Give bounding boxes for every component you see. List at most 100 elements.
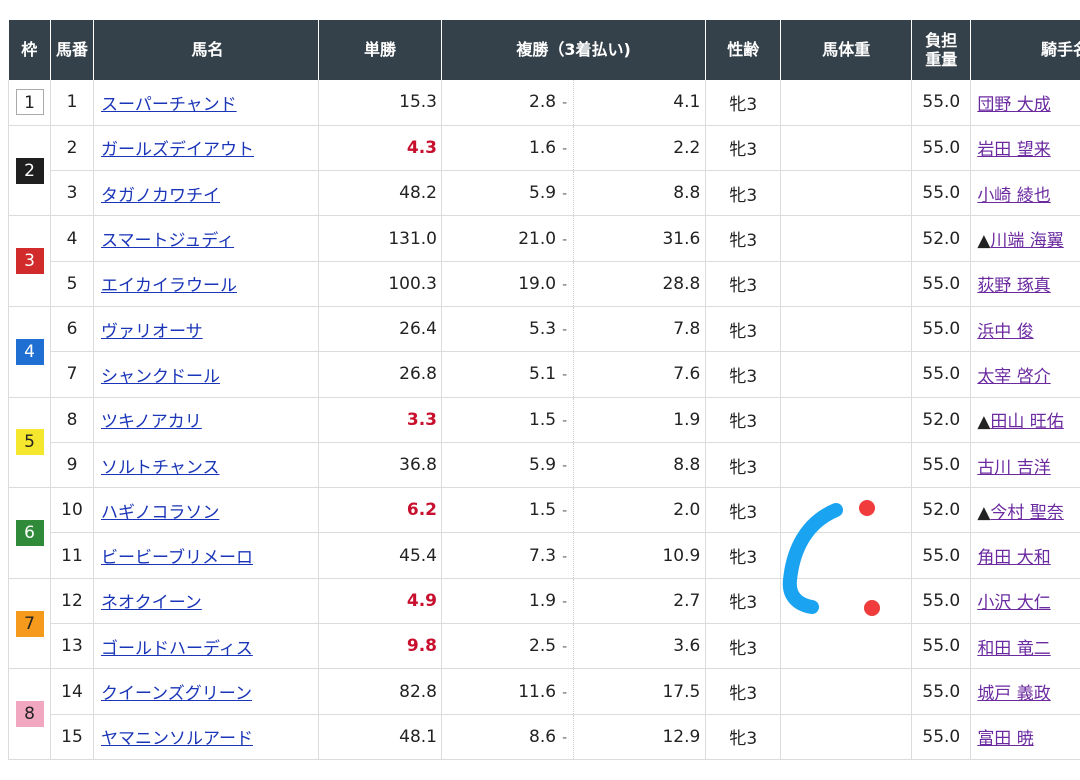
jockey-name-link[interactable]: 浜中 俊 [977,322,1033,342]
header-burden-line1: 負担 [925,30,958,50]
place-odds-min: 2.8 [529,92,557,113]
jockey-cell: 小崎 綾也 [970,170,1080,217]
place-odds-min-cell: 5.9- [440,442,575,489]
header-waku: 枠 [8,20,51,80]
jockey-name-link[interactable]: 川端 海翼 [990,231,1063,251]
horse-name-link[interactable]: タガノカワチイ [101,186,220,206]
body-weight [780,306,912,353]
horse-name-link[interactable]: ビービーブリメーロ [101,548,253,568]
table-row: 5 エイカイラウール 100.3 19.0-28.8 牝3 55.0 荻野 琢真 [9,261,1080,307]
jockey-name-link[interactable]: 荻野 琢真 [977,276,1050,296]
horse-number: 4 [50,215,94,262]
place-odds-min: 7.3 [529,545,557,566]
waku-badge: 4 [15,338,44,365]
burden-weight: 55.0 [911,306,971,353]
sex-age: 牝3 [705,215,781,262]
place-odds-min: 5.9 [529,183,557,204]
table-row: 8 14 クイーンズグリーン 82.8 11.6-17.5 牝3 55.0 城戸 義政 [8,668,1080,760]
body-weight [780,351,912,398]
horse-name-link[interactable]: ゴールドハーディス [101,639,253,659]
jockey-name-link[interactable]: 古川 吉洋 [977,458,1050,478]
body-weight [780,668,912,715]
jockey-name-link[interactable]: 角田 大和 [977,548,1050,568]
table-body: 1 1 スーパーチャンド 15.3 2.8-4.1 牝3 55.0 団野 大成 2 2 ガールズデイ… [8,80,1080,760]
place-odds-min-cell: 2.5- [440,623,575,670]
table-row: 7 シャンクドール 26.8 5.1-7.6 牝3 55.0 太宰 啓介 [9,351,1080,398]
jockey-name-link[interactable]: 今村 聖奈 [990,503,1063,523]
waku-cell: 6 [8,487,51,579]
win-odds: 48.2 [318,170,442,217]
jockey-cell: 浜中 俊 [970,306,1080,353]
jockey-name-link[interactable]: 太宰 啓介 [977,367,1050,387]
horse-name-cell: タガノカワチイ [93,170,319,217]
header-jockey: 騎手名 [970,20,1080,80]
horse-name-cell: ゴールドハーディス [93,623,319,670]
horse-name-link[interactable]: クイーンズグリーン [101,684,252,704]
place-odds-max: 3.6 [573,623,706,670]
win-odds: 9.8 [318,623,442,670]
horse-name-link[interactable]: ヴァリオーサ [101,322,203,342]
header-burden-weight: 負担 重量 [911,20,971,80]
place-odds-max: 28.8 [573,261,706,307]
sex-age: 牝3 [705,170,781,217]
jockey-name-link[interactable]: 城戸 義政 [977,684,1050,704]
place-odds-min-cell: 7.3- [440,532,575,579]
jockey-name-link[interactable]: 小崎 綾也 [977,186,1050,206]
place-odds-min: 8.6 [529,726,557,747]
horse-number: 11 [50,532,94,579]
apprentice-mark: ▲ [977,412,991,433]
place-odds-min-cell: 11.6- [440,668,575,715]
horse-number: 3 [50,170,94,217]
place-range-separator: - [562,729,568,746]
win-odds: 131.0 [318,215,442,262]
horse-name-link[interactable]: ヤマニンソルアード [101,729,253,749]
place-odds-min-cell: 1.5- [440,397,575,443]
jockey-name-link[interactable]: 富田 暁 [977,729,1033,749]
win-odds: 36.8 [318,442,442,489]
horse-name-cell: スーパーチャンド [93,80,319,126]
body-weight [780,397,912,443]
table-row: 11 ビービーブリメーロ 45.4 7.3-10.9 牝3 55.0 角田 大和 [9,532,1080,579]
horse-name-link[interactable]: シャンクドール [101,367,220,387]
place-odds-max: 2.2 [573,125,706,172]
jockey-name-link[interactable]: 田山 旺佑 [990,412,1063,432]
table-row: 7 12 ネオクイーン 4.9 1.9-2.7 牝3 55.0 小沢 大仁 [8,578,1080,670]
burden-weight: 55.0 [911,80,971,126]
win-odds: 26.4 [318,306,442,353]
waku-badge: 6 [15,519,44,546]
horse-number: 7 [50,351,94,398]
table-row: 9 ソルトチャンス 36.8 5.9-8.8 牝3 55.0 古川 吉洋 [9,442,1080,489]
horse-number: 14 [50,668,94,715]
jockey-name-link[interactable]: 団野 大成 [977,95,1050,115]
horse-name-link[interactable]: スマートジュディ [101,231,234,251]
body-weight [780,623,912,670]
place-odds-min-cell: 5.9- [440,170,575,217]
place-odds-max: 8.8 [573,170,706,217]
horse-number: 8 [50,397,94,443]
horse-name-link[interactable]: ガールズデイアウト [101,140,254,160]
waku-cell: 4 [8,306,51,398]
place-odds-min-cell: 1.9- [440,578,575,625]
jockey-name-link[interactable]: 和田 竜二 [977,639,1050,659]
horse-name-link[interactable]: スーパーチャンド [101,95,237,115]
waku-cell: 2 [8,125,51,217]
jockey-name-link[interactable]: 岩田 望来 [977,140,1050,160]
place-range-separator: - [562,684,568,701]
burden-weight: 55.0 [911,351,971,398]
horse-name-link[interactable]: エイカイラウール [101,276,237,296]
sex-age: 牝3 [705,714,781,760]
horse-name-link[interactable]: ハギノコラソン [101,503,219,523]
sex-age: 牝3 [705,623,781,670]
place-odds-min: 5.9 [529,455,557,476]
horse-name-link[interactable]: ネオクイーン [101,593,202,613]
horse-number: 2 [50,125,94,172]
table-row: 5 8 ツキノアカリ 3.3 1.5-1.9 牝3 52.0 ▲田山 旺佑 [8,397,1080,489]
jockey-cell: 城戸 義政 [970,668,1080,715]
place-range-separator: - [562,322,568,339]
place-odds-max: 17.5 [573,668,706,715]
horse-name-link[interactable]: ソルトチャンス [101,458,220,478]
jockey-name-link[interactable]: 小沢 大仁 [977,593,1050,613]
header-place-odds: 複勝（3着払い) [440,20,706,80]
horse-name-link[interactable]: ツキノアカリ [101,412,202,432]
jockey-cell: 団野 大成 [970,80,1080,126]
